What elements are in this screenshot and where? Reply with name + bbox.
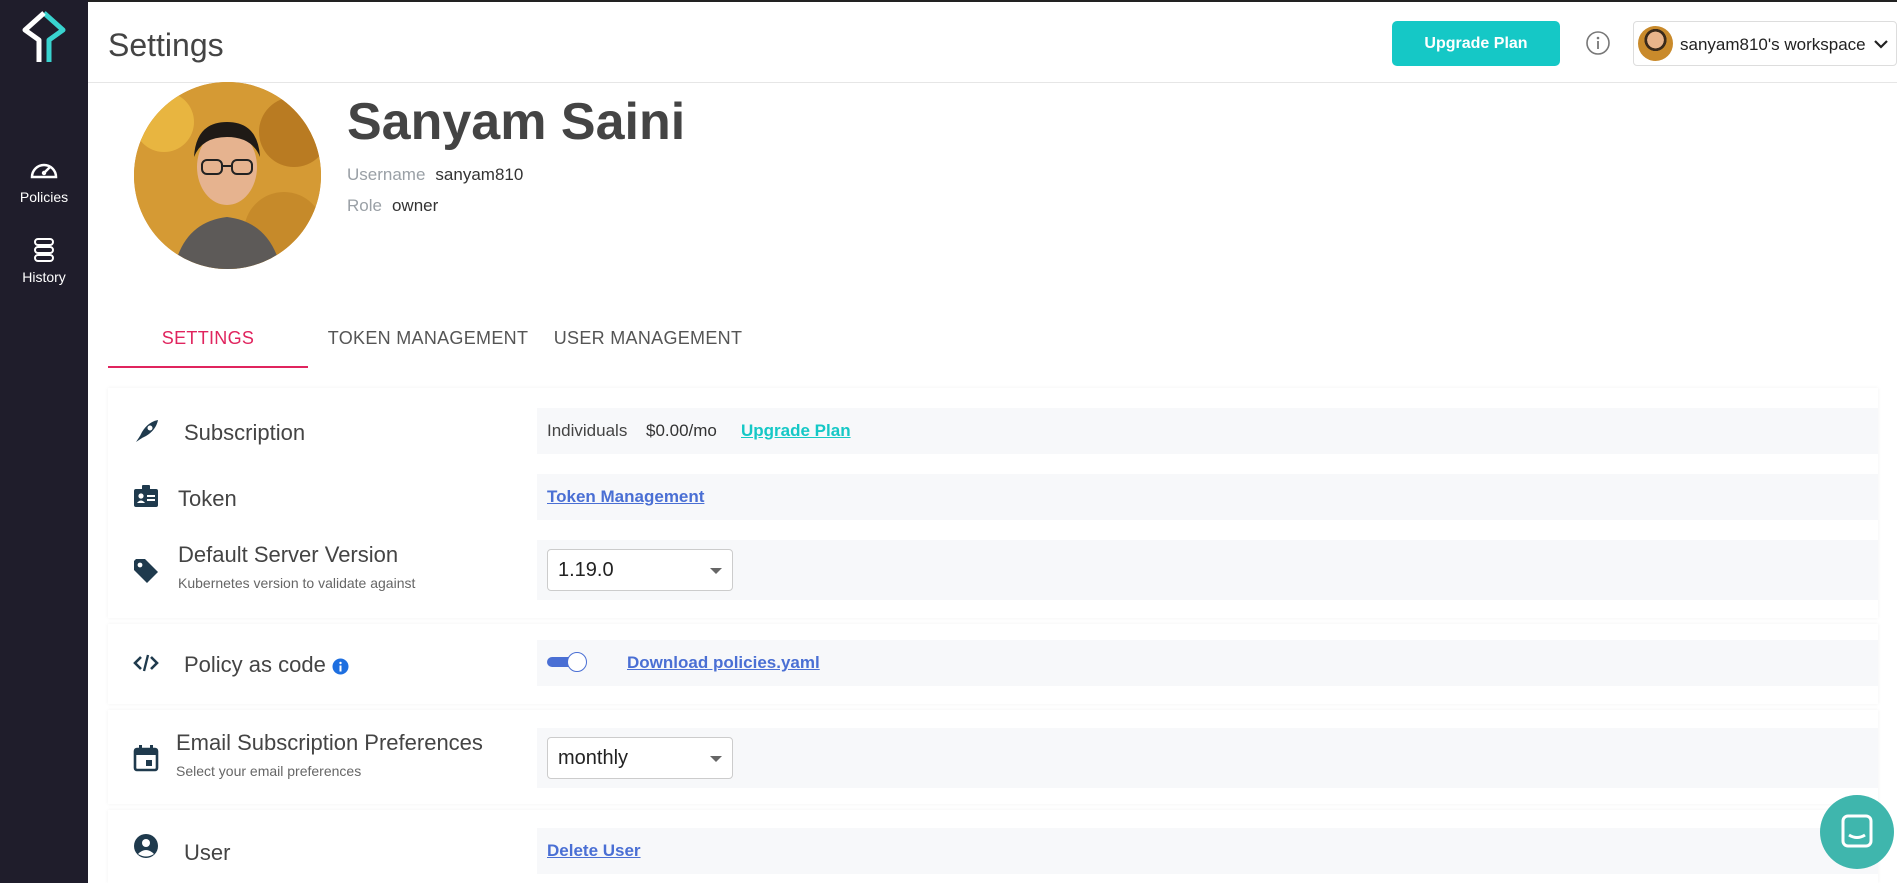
server-version-value: 1.19.0	[537, 540, 1878, 600]
workspace-switcher[interactable]: sanyam810's workspace	[1633, 21, 1897, 66]
id-card-icon	[134, 485, 158, 507]
email-preferences-value: monthly	[537, 728, 1878, 788]
profile-name: Sanyam Saini	[347, 93, 686, 151]
toggle-knob	[567, 652, 587, 672]
user-circle-icon	[134, 834, 158, 858]
email-preferences-row: Email Subscription Preferences Select yo…	[108, 728, 1878, 788]
token-value: Token Management	[537, 474, 1878, 520]
sidebar-item-label: Policies	[19, 189, 69, 205]
code-icon	[133, 654, 159, 672]
token-title: Token	[178, 486, 237, 511]
role-value: owner	[391, 196, 439, 215]
server-version-selected: 1.19.0	[558, 559, 614, 581]
server-version-row: Default Server Version Kubernetes versio…	[108, 540, 1878, 600]
info-icon[interactable]	[1585, 30, 1611, 56]
tab-settings[interactable]: SETTINGS	[108, 318, 308, 368]
workspace-name: sanyam810's workspace	[1680, 35, 1866, 54]
database-icon	[34, 238, 54, 262]
policy-as-code-title: Policy as code	[184, 652, 349, 678]
server-version-select[interactable]: 1.19.0	[547, 549, 733, 591]
server-version-title: Default Server Version	[178, 542, 399, 567]
policy-as-code-toggle[interactable]	[547, 652, 587, 672]
delete-user-link[interactable]: Delete User	[547, 841, 641, 861]
token-management-link[interactable]: Token Management	[547, 487, 704, 507]
role-label: Role	[347, 196, 382, 215]
server-version-subtitle: Kubernetes version to validate against	[178, 575, 416, 591]
datree-logo[interactable]	[19, 10, 69, 65]
sidebar-item-history[interactable]: History	[0, 237, 88, 285]
tag-icon	[134, 559, 158, 583]
chevron-down-icon	[1874, 40, 1888, 49]
email-preferences-subtitle: Select your email preferences	[176, 763, 362, 779]
token-row: Token Token Management	[108, 474, 1878, 520]
plan-price: $0.00/mo	[646, 421, 717, 440]
page-title: Settings	[108, 27, 224, 63]
user-title: User	[184, 840, 231, 865]
speedometer-icon	[30, 163, 58, 179]
info-icon[interactable]	[332, 658, 349, 675]
top-bar: Settings Upgrade Plan sanyam810's worksp…	[88, 0, 1897, 83]
subscription-value: Individuals $0.00/mo Upgrade Plan	[537, 408, 1878, 454]
caret-down-icon	[710, 568, 722, 574]
username-row: Username sanyam810	[347, 165, 523, 185]
user-value: Delete User	[537, 828, 1878, 874]
profile-avatar	[134, 82, 321, 269]
sidebar-item-label: History	[22, 269, 66, 285]
policy-as-code-label: Policy as code	[184, 652, 326, 677]
avatar	[1638, 26, 1673, 61]
username-value: sanyam810	[435, 165, 524, 184]
download-policies-link[interactable]: Download policies.yaml	[627, 653, 820, 673]
upgrade-plan-link[interactable]: Upgrade Plan	[741, 421, 851, 441]
general-settings-card: Subscription Individuals $0.00/mo Upgrad…	[108, 388, 1878, 618]
plan-name: Individuals	[547, 421, 628, 440]
role-row: Role owner	[347, 196, 438, 216]
user-row: User Delete User	[108, 828, 1878, 874]
rocket-icon	[136, 420, 158, 442]
subscription-title: Subscription	[184, 420, 306, 445]
sidebar-item-policies[interactable]: Policies	[0, 157, 88, 205]
caret-down-icon	[710, 756, 722, 762]
chat-launcher-button[interactable]	[1820, 795, 1894, 869]
policy-as-code-row: Policy as code Download policies.yaml	[108, 640, 1878, 686]
tab-user-management[interactable]: USER MANAGEMENT	[548, 318, 748, 368]
email-frequency-select[interactable]: monthly	[547, 737, 733, 779]
username-label: Username	[347, 165, 426, 184]
calendar-icon	[133, 745, 159, 772]
email-preferences-card: Email Subscription Preferences Select yo…	[108, 710, 1878, 804]
subscription-row: Subscription Individuals $0.00/mo Upgrad…	[108, 408, 1878, 454]
email-preferences-title: Email Subscription Preferences	[176, 730, 483, 755]
tab-token-management[interactable]: TOKEN MANAGEMENT	[323, 318, 533, 368]
sidebar: Policies History	[0, 0, 88, 883]
user-card: User Delete User	[108, 810, 1878, 883]
email-frequency-selected: monthly	[558, 747, 629, 769]
policy-as-code-value: Download policies.yaml	[537, 640, 1878, 686]
upgrade-plan-button[interactable]: Upgrade Plan	[1392, 21, 1560, 66]
chat-icon	[1841, 814, 1873, 848]
policy-as-code-card: Policy as code Download policies.yaml	[108, 624, 1878, 704]
